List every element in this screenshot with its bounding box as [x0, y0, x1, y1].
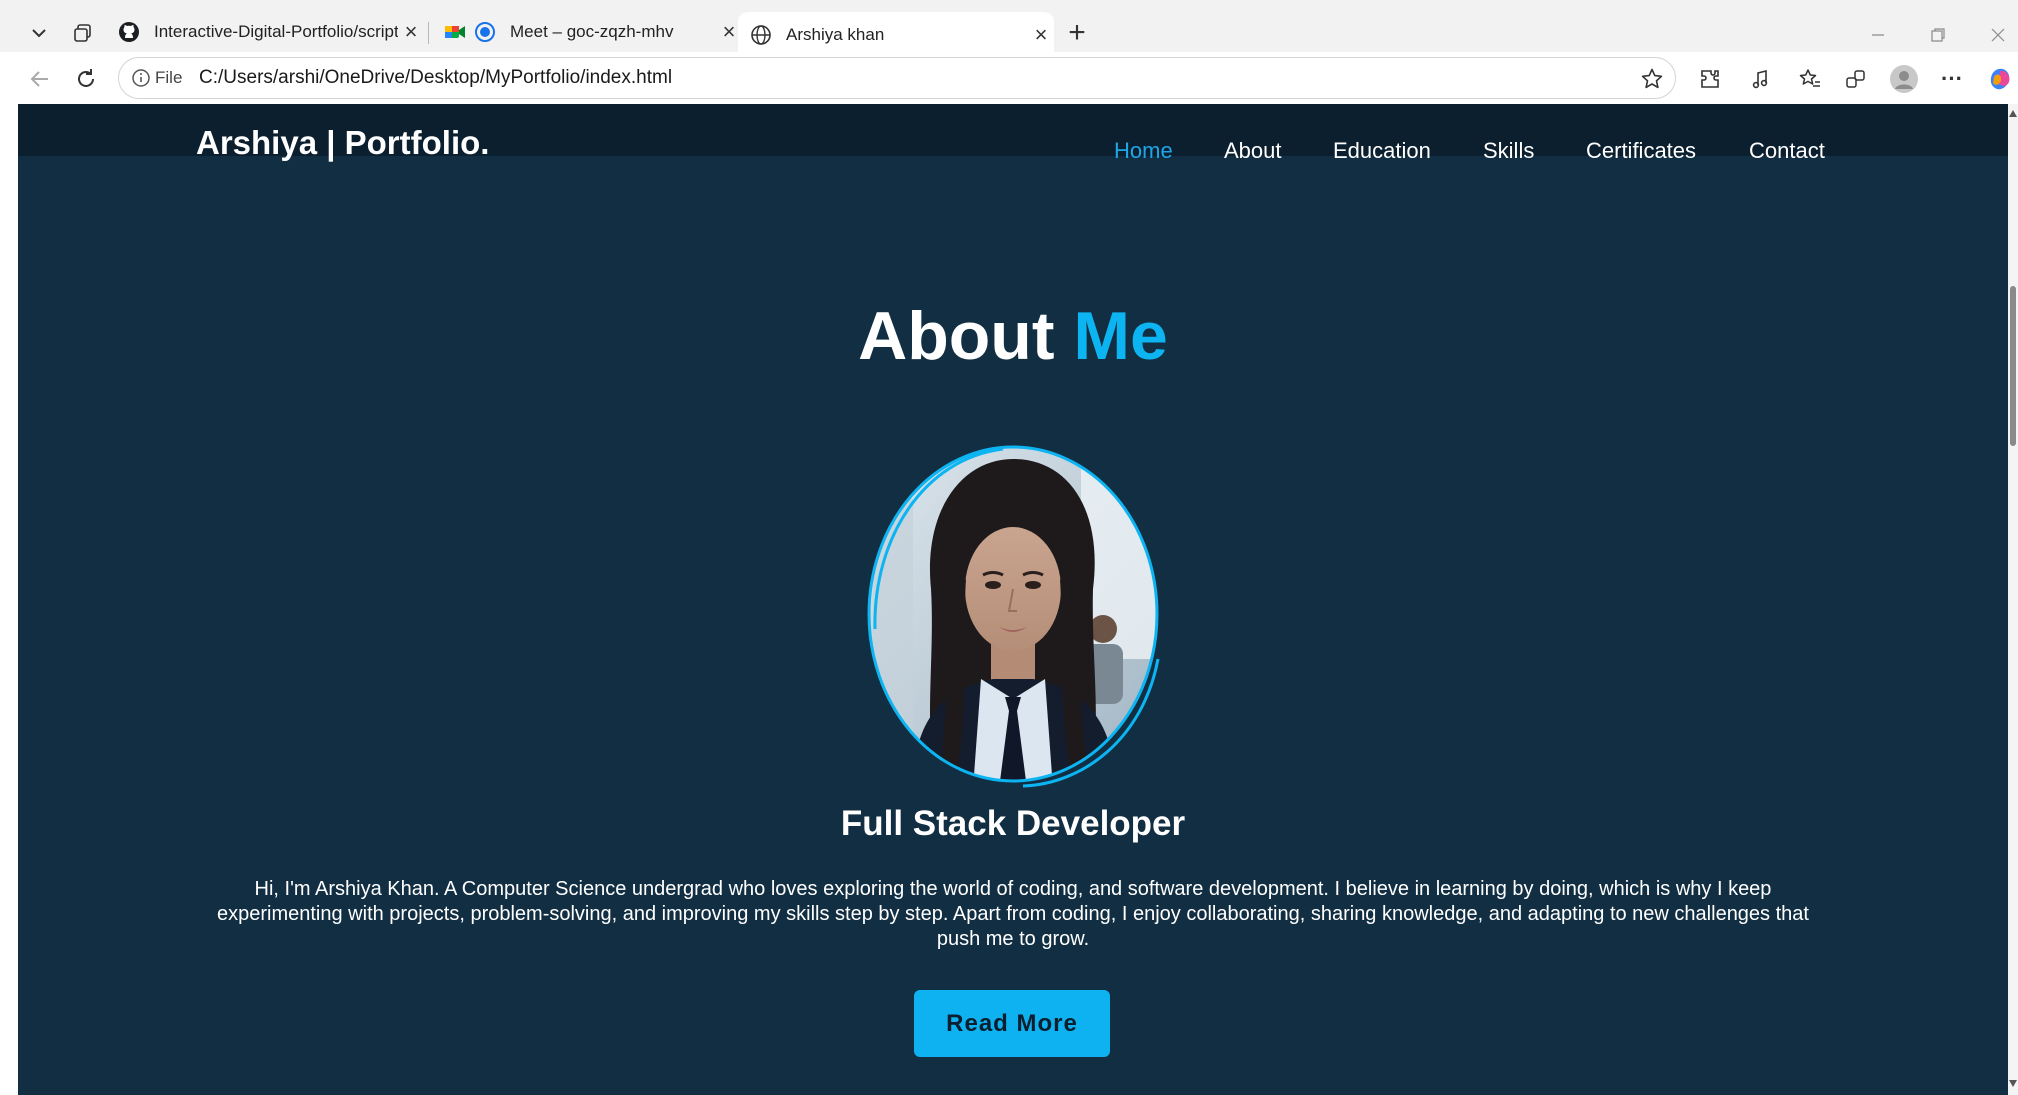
extensions-icon[interactable] [1690, 61, 1730, 97]
collections-icon[interactable] [1836, 61, 1876, 97]
site-header: Arshiya | Portfolio. [18, 104, 2008, 161]
info-icon[interactable] [131, 68, 153, 90]
about-bio: Hi, I'm Arshiya Khan. A Computer Science… [217, 878, 1809, 950]
about-heading-accent: Me [1073, 298, 1168, 374]
more-menu-icon[interactable]: ··· [1932, 61, 1972, 97]
copilot-icon[interactable] [1980, 61, 2018, 97]
profile-photo [853, 439, 1173, 789]
read-aloud-icon[interactable] [1742, 61, 1782, 97]
new-tab-button[interactable]: + [1060, 16, 1094, 49]
nav-skills[interactable]: Skills [1483, 138, 1534, 168]
nav-contact[interactable]: Contact [1749, 138, 1825, 168]
profile-avatar-icon[interactable] [1884, 61, 1924, 97]
nav-certificates[interactable]: Certificates [1586, 138, 1696, 168]
browser-tab-bar: Interactive-Digital-Portfolio/script × M… [0, 0, 2018, 58]
about-heading-main: About [858, 298, 1055, 374]
tab-actions-chevron-icon[interactable] [22, 18, 56, 48]
refresh-icon[interactable] [66, 61, 106, 97]
favorite-star-icon[interactable] [1637, 64, 1667, 94]
tab-google-meet[interactable]: Meet – goc-zqzh-mhv × [432, 12, 742, 52]
scroll-up-arrow-icon[interactable] [2009, 110, 2017, 117]
back-icon[interactable] [20, 61, 60, 97]
window-edge [0, 104, 18, 1095]
url-text[interactable]: C:/Users/arshi/OneDrive/Desktop/MyPortfo… [199, 67, 672, 89]
tab-github[interactable]: Interactive-Digital-Portfolio/script × [106, 12, 424, 52]
browser-toolbar: File C:/Users/arshi/OneDrive/Desktop/MyP… [0, 52, 2018, 104]
scrollbar-thumb[interactable] [2010, 286, 2016, 446]
close-tab-icon[interactable]: × [398, 19, 424, 45]
favorites-icon[interactable] [1790, 61, 1830, 97]
tab-title: Meet – goc-zqzh-mhv [510, 22, 674, 41]
nav-about[interactable]: About [1224, 138, 1282, 168]
google-meet-icon [444, 21, 466, 43]
close-tab-icon[interactable]: × [1028, 22, 1054, 48]
scroll-down-arrow-icon[interactable] [2009, 1080, 2017, 1087]
github-icon [118, 21, 140, 43]
minimize-icon[interactable] [1858, 20, 1898, 50]
close-window-icon[interactable] [1980, 20, 2016, 50]
address-bar[interactable]: File C:/Users/arshi/OneDrive/Desktop/MyP… [118, 57, 1676, 99]
tab-title: Arshiya khan [786, 25, 885, 44]
role-title: Full Stack Developer [840, 804, 1186, 843]
tab-divider [428, 22, 429, 44]
scheme-label: File [155, 68, 183, 87]
recording-indicator-icon [474, 21, 496, 43]
tab-title: Interactive-Digital-Portfolio/script [154, 22, 398, 41]
read-more-button[interactable]: Read More [914, 990, 1110, 1057]
page-scrollbar[interactable] [2008, 104, 2018, 1095]
web-page: Arshiya | Portfolio. Home About Educatio… [18, 104, 2008, 1095]
restore-icon[interactable] [1918, 20, 1958, 50]
globe-icon [750, 24, 772, 46]
workspaces-icon[interactable] [66, 18, 100, 48]
about-heading: About Me [18, 302, 2008, 370]
nav-home[interactable]: Home [1114, 138, 1173, 168]
nav-education[interactable]: Education [1333, 138, 1431, 168]
site-logo[interactable]: Arshiya | Portfolio. [196, 124, 489, 162]
